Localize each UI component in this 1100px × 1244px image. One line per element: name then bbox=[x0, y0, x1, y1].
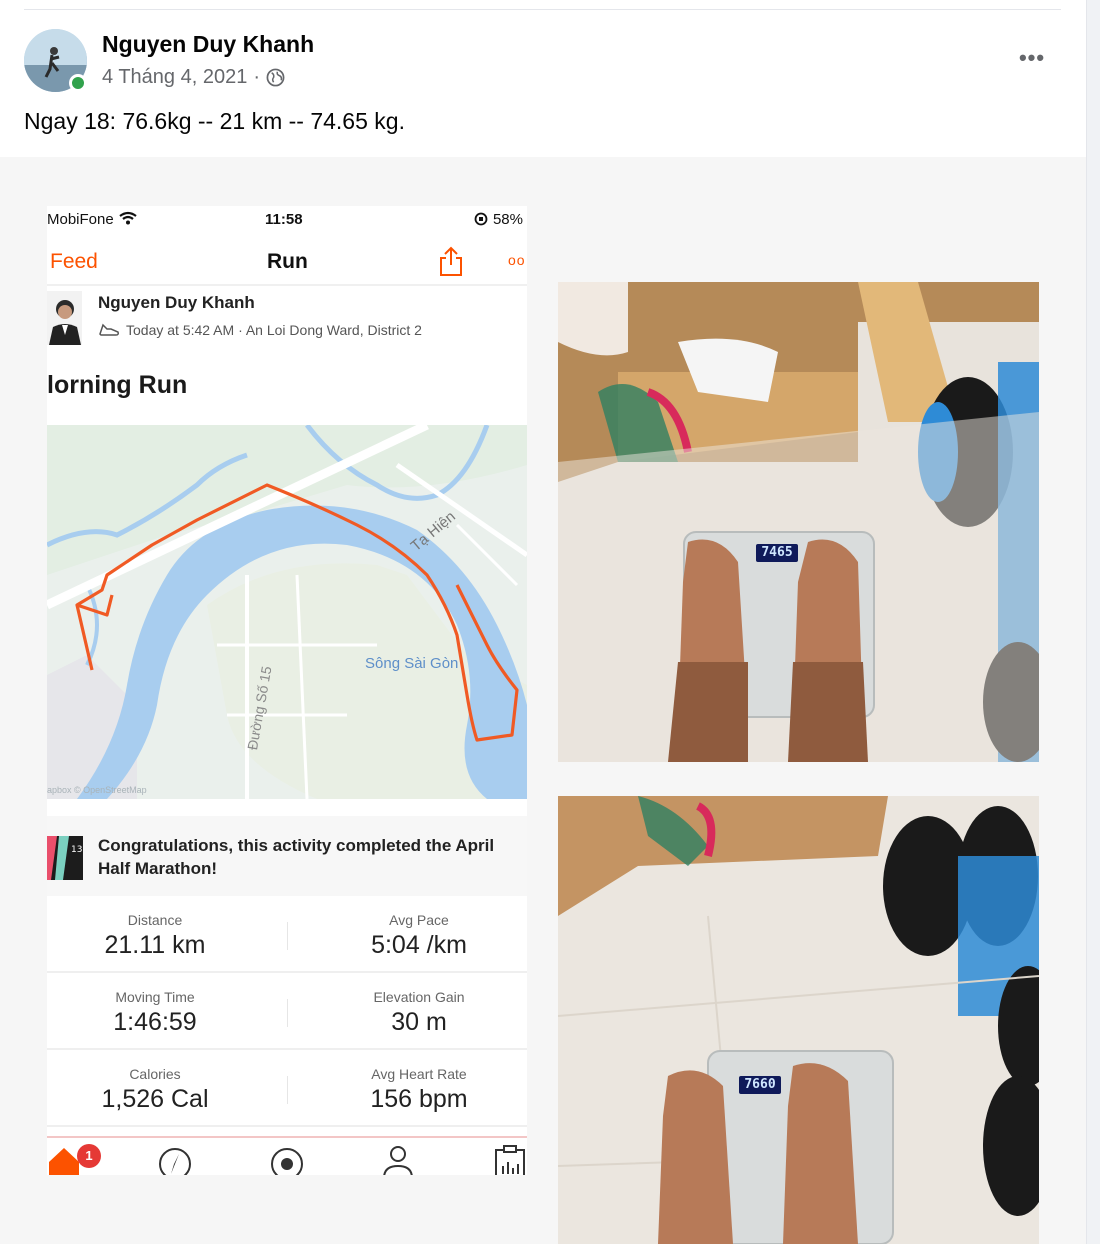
stat-divider bbox=[287, 1076, 288, 1104]
post-meta: 4 Tháng 4, 2021 · bbox=[102, 66, 285, 89]
stat-label: Avg Pace bbox=[389, 912, 449, 928]
stat-value: 5:04 /km bbox=[371, 931, 467, 959]
scale-photo-2[interactable]: 7660 bbox=[558, 796, 1039, 1244]
scale-photo-1-image bbox=[558, 282, 1039, 762]
map-attribution[interactable]: apbox © OpenStreetMap bbox=[47, 785, 147, 795]
stat-value: 156 bpm bbox=[370, 1085, 468, 1113]
explore-tab-icon[interactable] bbox=[157, 1144, 193, 1175]
meta-separator: · bbox=[253, 66, 260, 88]
challenge-badge-icon: 13.1 bbox=[47, 836, 83, 880]
scale-photo-1[interactable]: 7465 bbox=[558, 282, 1039, 762]
activity-meta: Today at 5:42 AM · An Loi Dong Ward, Dis… bbox=[98, 322, 422, 338]
activity-meta-text: Today at 5:42 AM · An Loi Dong Ward, Dis… bbox=[126, 322, 422, 338]
stat-label: Moving Time bbox=[115, 989, 195, 1005]
stat-label: Distance bbox=[127, 912, 183, 928]
nav-more-button[interactable]: oo bbox=[508, 252, 526, 268]
share-icon[interactable] bbox=[439, 245, 463, 277]
profile-tab-icon[interactable] bbox=[380, 1144, 416, 1175]
scrollbar-track[interactable] bbox=[1086, 0, 1100, 1244]
training-tab-icon[interactable] bbox=[493, 1144, 527, 1175]
activity-title: lorning Run bbox=[47, 371, 188, 399]
stat-divider bbox=[287, 922, 288, 950]
strava-tab-bar: 1 bbox=[47, 1136, 527, 1175]
achievement-text: Congratulations, this activity completed… bbox=[98, 836, 495, 878]
stat-row: Calories 1,526 Cal Avg Heart Rate 156 bp… bbox=[47, 1050, 527, 1127]
stat-calories: Calories 1,526 Cal bbox=[47, 1066, 275, 1114]
svg-text:13.1: 13.1 bbox=[71, 845, 83, 855]
strava-nav-bar: Feed Run oo bbox=[47, 240, 527, 286]
scale-display-1: 7465 bbox=[756, 544, 798, 562]
globe-icon[interactable] bbox=[266, 68, 285, 87]
stat-avg-pace: Avg Pace 5:04 /km bbox=[299, 912, 527, 960]
more-options-button[interactable]: ••• bbox=[1014, 44, 1050, 72]
athlete-photo bbox=[47, 291, 82, 345]
wifi-icon bbox=[119, 211, 137, 225]
stat-value: 1,526 Cal bbox=[101, 1085, 209, 1113]
feed-back-button[interactable]: Feed bbox=[50, 250, 98, 274]
map-graphic bbox=[47, 425, 527, 799]
athlete-avatar[interactable] bbox=[47, 291, 82, 345]
stat-moving-time: Moving Time 1:46:59 bbox=[47, 989, 275, 1037]
stat-row: Distance 21.11 km Avg Pace 5:04 /km bbox=[47, 896, 527, 973]
rotation-lock-icon bbox=[474, 212, 488, 226]
status-time: 11:58 bbox=[265, 211, 303, 228]
stat-value: 1:46:59 bbox=[113, 1008, 197, 1036]
nav-title: Run bbox=[267, 250, 308, 273]
stat-divider bbox=[287, 999, 288, 1027]
battery-percent: 58% bbox=[492, 211, 523, 228]
stat-label: Avg Heart Rate bbox=[371, 1066, 467, 1082]
achievement-banner[interactable]: 13.1 Congratulations, this activity comp… bbox=[47, 816, 527, 896]
route-map[interactable]: Tạ Hiện Sông Sài Gòn Đường Số 15 apbox ©… bbox=[47, 425, 527, 799]
stat-distance: Distance 21.11 km bbox=[47, 912, 275, 960]
stat-avg-heart-rate: Avg Heart Rate 156 bpm bbox=[299, 1066, 527, 1114]
top-divider bbox=[24, 9, 1061, 10]
stat-label: Elevation Gain bbox=[373, 989, 465, 1005]
strava-screenshot[interactable]: MobiFone 11:58 58% Feed Run oo Nguyen Du… bbox=[47, 206, 527, 1175]
carrier-text: MobiFone bbox=[47, 211, 114, 228]
record-tab-icon[interactable] bbox=[269, 1144, 305, 1175]
post-date[interactable]: 4 Tháng 4, 2021 bbox=[102, 66, 247, 89]
stat-row: Moving Time 1:46:59 Elevation Gain 30 m bbox=[47, 973, 527, 1050]
stat-value: 21.11 km bbox=[104, 931, 206, 959]
post-text: Ngay 18: 76.6kg -- 21 km -- 74.65 kg. bbox=[24, 108, 405, 134]
stat-label: Calories bbox=[129, 1066, 181, 1082]
battery-status: 58% bbox=[473, 211, 523, 228]
notification-badge: 1 bbox=[77, 1144, 101, 1168]
activity-stats: Distance 21.11 km Avg Pace 5:04 /km Movi… bbox=[47, 896, 527, 1127]
athlete-name[interactable]: Nguyen Duy Khanh bbox=[98, 293, 255, 313]
status-bar: MobiFone 11:58 58% bbox=[47, 206, 527, 234]
stat-value: 30 m bbox=[391, 1008, 447, 1036]
stat-elevation-gain: Elevation Gain 30 m bbox=[299, 989, 527, 1037]
scale-photo-2-image bbox=[558, 796, 1039, 1244]
facebook-post: Nguyen Duy Khanh 4 Tháng 4, 2021 · ••• N… bbox=[0, 0, 1100, 1244]
online-status-dot bbox=[69, 74, 87, 92]
shoe-icon bbox=[99, 323, 119, 336]
scale-display-2: 7660 bbox=[739, 1076, 781, 1094]
map-label-river: Sông Sài Gòn bbox=[365, 655, 459, 672]
author-name[interactable]: Nguyen Duy Khanh bbox=[102, 31, 314, 58]
carrier-label: MobiFone bbox=[47, 211, 138, 228]
